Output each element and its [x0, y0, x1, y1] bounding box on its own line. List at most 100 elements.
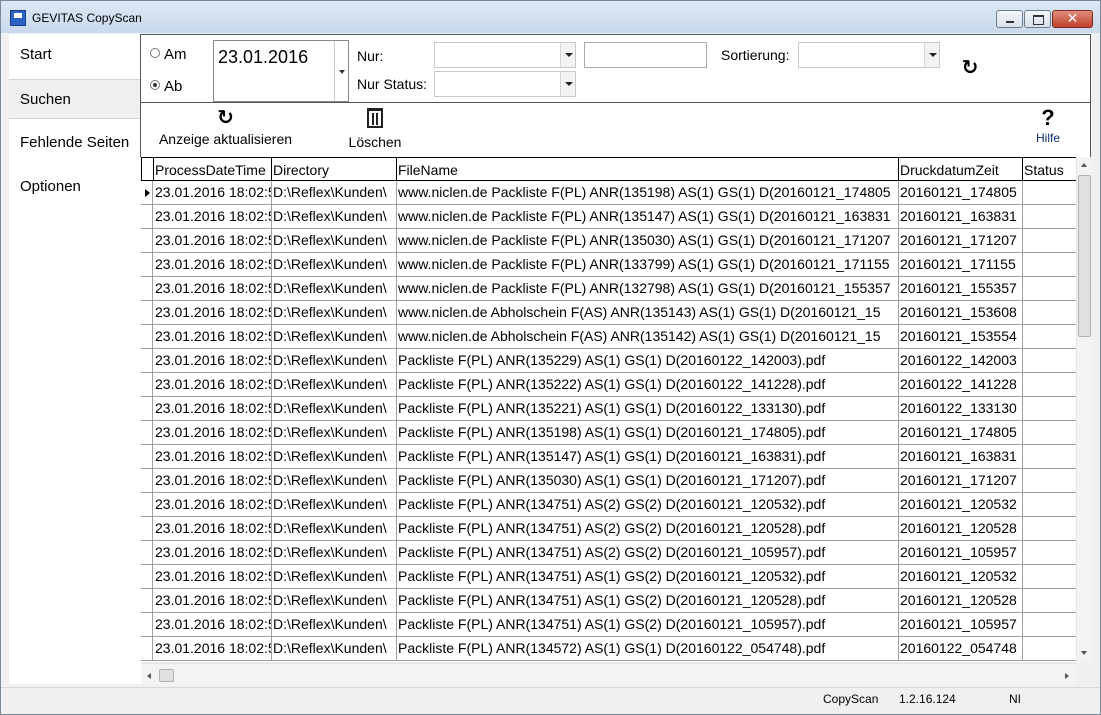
sidebar-item-suchen[interactable]: Suchen: [9, 79, 141, 119]
cell-status[interactable]: [1022, 469, 1076, 493]
table-row[interactable]: 23.01.2016 18:02:5 D:\Reflex\Kunden\ www.n…: [141, 253, 1076, 277]
cell-processdatetime[interactable]: 23.01.2016 18:02:5: [153, 589, 272, 613]
table-row[interactable]: 23.01.2016 18:02:5 D:\Reflex\Kunden\ www.n…: [141, 301, 1076, 325]
cell-druckdatumzeit[interactable]: 20160121_105957: [898, 613, 1023, 637]
row-header[interactable]: [141, 229, 153, 253]
cell-druckdatumzeit[interactable]: 20160121_120528: [898, 589, 1023, 613]
row-header[interactable]: [141, 589, 153, 613]
cell-druckdatumzeit[interactable]: 20160121_174805: [898, 421, 1023, 445]
sortierung-select[interactable]: [798, 42, 940, 68]
row-header[interactable]: [141, 325, 153, 349]
cell-druckdatumzeit[interactable]: 20160121_153608: [898, 301, 1023, 325]
cell-status[interactable]: [1022, 253, 1076, 277]
row-header[interactable]: [141, 349, 153, 373]
row-header[interactable]: [141, 637, 153, 661]
cell-processdatetime[interactable]: 23.01.2016 18:02:5: [153, 565, 272, 589]
cell-status[interactable]: [1022, 637, 1076, 661]
column-header-processdatetime[interactable]: ProcessDateTime: [153, 157, 272, 181]
chevron-down-icon[interactable]: [560, 72, 575, 96]
cell-processdatetime[interactable]: 23.01.2016 18:02:5: [153, 421, 272, 445]
cell-filename[interactable]: www.niclen.de Packliste F(PL) ANR(135198…: [396, 181, 899, 205]
nur-status-select[interactable]: [434, 71, 576, 97]
cell-filename[interactable]: Packliste F(PL) ANR(134751) AS(2) GS(2) …: [396, 493, 899, 517]
cell-processdatetime[interactable]: 23.01.2016 18:02:5: [153, 469, 272, 493]
cell-processdatetime[interactable]: 23.01.2016 18:02:5: [153, 637, 272, 661]
table-row[interactable]: 23.01.2016 18:02:5 D:\Reflex\Kunden\ Packl…: [141, 349, 1076, 373]
cell-status[interactable]: [1022, 205, 1076, 229]
cell-processdatetime[interactable]: 23.01.2016 18:02:5: [153, 181, 272, 205]
cell-processdatetime[interactable]: 23.01.2016 18:02:5: [153, 253, 272, 277]
cell-druckdatumzeit[interactable]: 20160122_054748: [898, 637, 1023, 661]
cell-druckdatumzeit[interactable]: 20160121_120532: [898, 493, 1023, 517]
cell-directory[interactable]: D:\Reflex\Kunden\: [271, 565, 397, 589]
cell-processdatetime[interactable]: 23.01.2016 18:02:5: [153, 205, 272, 229]
table-row[interactable]: 23.01.2016 18:02:5 D:\Reflex\Kunden\ www.n…: [141, 325, 1076, 349]
cell-status[interactable]: [1022, 613, 1076, 637]
cell-processdatetime[interactable]: 23.01.2016 18:02:5: [153, 229, 272, 253]
row-header[interactable]: [141, 445, 153, 469]
horizontal-scrollbar[interactable]: [141, 663, 1076, 686]
cell-processdatetime[interactable]: 23.01.2016 18:02:5: [153, 445, 272, 469]
date-picker[interactable]: 23.01.2016: [213, 40, 349, 102]
cell-status[interactable]: [1022, 181, 1076, 205]
cell-filename[interactable]: Packliste F(PL) ANR(134751) AS(1) GS(2) …: [396, 613, 899, 637]
row-header[interactable]: [141, 517, 153, 541]
scroll-up-icon[interactable]: [1077, 157, 1092, 174]
chevron-down-icon[interactable]: [334, 41, 348, 101]
cell-druckdatumzeit[interactable]: 20160121_174805: [898, 181, 1023, 205]
row-header[interactable]: [141, 373, 153, 397]
cell-status[interactable]: [1022, 397, 1076, 421]
table-row[interactable]: 23.01.2016 18:02:5 D:\Reflex\Kunden\ Packl…: [141, 469, 1076, 493]
cell-directory[interactable]: D:\Reflex\Kunden\: [271, 253, 397, 277]
row-header[interactable]: [141, 253, 153, 277]
search-text-input[interactable]: [584, 42, 707, 68]
delete-button[interactable]: Löschen: [345, 105, 405, 155]
cell-directory[interactable]: D:\Reflex\Kunden\: [271, 541, 397, 565]
horizontal-scroll-thumb[interactable]: [159, 669, 174, 682]
table-row[interactable]: 23.01.2016 18:02:5 D:\Reflex\Kunden\ Packl…: [141, 493, 1076, 517]
table-row[interactable]: 23.01.2016 18:02:5 D:\Reflex\Kunden\ Packl…: [141, 421, 1076, 445]
cell-druckdatumzeit[interactable]: 20160121_153554: [898, 325, 1023, 349]
table-row[interactable]: 23.01.2016 18:02:5 D:\Reflex\Kunden\ Packl…: [141, 517, 1076, 541]
cell-filename[interactable]: www.niclen.de Packliste F(PL) ANR(133799…: [396, 253, 899, 277]
row-header[interactable]: [141, 397, 153, 421]
cell-processdatetime[interactable]: 23.01.2016 18:02:5: [153, 541, 272, 565]
column-header-druckdatumzeit[interactable]: DruckdatumZeit: [898, 157, 1023, 181]
cell-filename[interactable]: Packliste F(PL) ANR(134751) AS(2) GS(2) …: [396, 517, 899, 541]
row-header[interactable]: [141, 421, 153, 445]
cell-filename[interactable]: Packliste F(PL) ANR(134751) AS(2) GS(2) …: [396, 541, 899, 565]
cell-directory[interactable]: D:\Reflex\Kunden\: [271, 445, 397, 469]
cell-filename[interactable]: Packliste F(PL) ANR(135198) AS(1) GS(1) …: [396, 421, 899, 445]
cell-processdatetime[interactable]: 23.01.2016 18:02:5: [153, 613, 272, 637]
cell-druckdatumzeit[interactable]: 20160121_155357: [898, 277, 1023, 301]
cell-filename[interactable]: www.niclen.de Abholschein F(AS) ANR(1351…: [396, 325, 899, 349]
cell-processdatetime[interactable]: 23.01.2016 18:02:5: [153, 301, 272, 325]
vertical-scroll-thumb[interactable]: [1078, 175, 1091, 337]
cell-status[interactable]: [1022, 277, 1076, 301]
cell-processdatetime[interactable]: 23.01.2016 18:02:5: [153, 397, 272, 421]
cell-status[interactable]: [1022, 493, 1076, 517]
sidebar-item-optionen[interactable]: Optionen: [9, 167, 141, 207]
radio-am[interactable]: [150, 48, 160, 58]
cell-druckdatumzeit[interactable]: 20160121_163831: [898, 205, 1023, 229]
maximize-button[interactable]: [1024, 10, 1051, 28]
cell-filename[interactable]: www.niclen.de Packliste F(PL) ANR(132798…: [396, 277, 899, 301]
cell-druckdatumzeit[interactable]: 20160122_142003: [898, 349, 1023, 373]
cell-druckdatumzeit[interactable]: 20160121_171207: [898, 469, 1023, 493]
cell-status[interactable]: [1022, 325, 1076, 349]
cell-directory[interactable]: D:\Reflex\Kunden\: [271, 469, 397, 493]
table-row[interactable]: 23.01.2016 18:02:5 D:\Reflex\Kunden\ Packl…: [141, 565, 1076, 589]
cell-processdatetime[interactable]: 23.01.2016 18:02:5: [153, 517, 272, 541]
cell-status[interactable]: [1022, 421, 1076, 445]
cell-druckdatumzeit[interactable]: 20160121_120528: [898, 517, 1023, 541]
cell-druckdatumzeit[interactable]: 20160122_133130: [898, 397, 1023, 421]
cell-filename[interactable]: Packliste F(PL) ANR(135030) AS(1) GS(1) …: [396, 469, 899, 493]
minimize-button[interactable]: [996, 10, 1023, 28]
cell-filename[interactable]: Packliste F(PL) ANR(135222) AS(1) GS(1) …: [396, 373, 899, 397]
cell-status[interactable]: [1022, 517, 1076, 541]
table-row[interactable]: 23.01.2016 18:02:5 D:\Reflex\Kunden\ Packl…: [141, 613, 1076, 637]
table-row[interactable]: 23.01.2016 18:02:5 D:\Reflex\Kunden\ Packl…: [141, 589, 1076, 613]
cell-filename[interactable]: Packliste F(PL) ANR(135147) AS(1) GS(1) …: [396, 445, 899, 469]
cell-directory[interactable]: D:\Reflex\Kunden\: [271, 373, 397, 397]
cell-directory[interactable]: D:\Reflex\Kunden\: [271, 325, 397, 349]
